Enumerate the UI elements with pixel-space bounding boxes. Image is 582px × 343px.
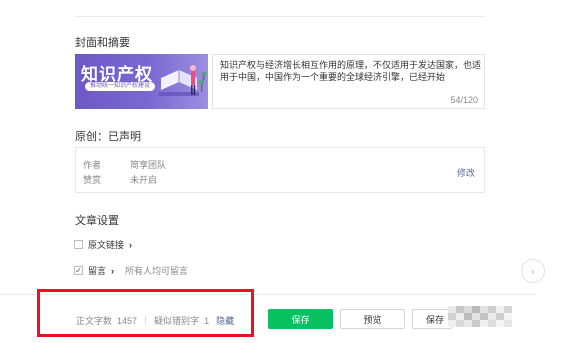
author-info-box: 作者 简享团队 赞赏 未开启 修改 [75, 147, 485, 193]
save-and-publish-button[interactable]: 保存 [412, 309, 452, 329]
cover-section-title: 封面和摘要 [75, 37, 130, 49]
pixelated-region [448, 306, 512, 328]
book-illustration-icon [159, 65, 207, 96]
chevron-right-icon: › [129, 239, 133, 250]
comment-note: 所有人均可留言 [125, 266, 189, 276]
top-divider [75, 16, 485, 17]
original-link-label[interactable]: 原文链接 [88, 238, 124, 251]
reward-label: 赞赏 [83, 175, 102, 185]
cover-image-subtitle: 推动统一知识产权建设 [85, 82, 156, 91]
edit-link[interactable]: 修改 [457, 166, 475, 179]
author-label: 作者 [83, 160, 102, 170]
preview-button[interactable]: 预览 [340, 309, 405, 329]
chevron-left-icon: ‹ [531, 266, 535, 276]
original-link-row[interactable]: 原文链接 › [74, 238, 132, 251]
save-button[interactable]: 保存 [268, 309, 333, 329]
comment-checkbox[interactable]: ✓ [74, 266, 83, 275]
original-link-checkbox[interactable] [74, 240, 83, 249]
reward-value: 未开启 [130, 175, 158, 185]
original-section-title: 原创：已声明 [75, 131, 141, 143]
comment-row[interactable]: ✓ 留言 › 所有人均可留言 [74, 264, 188, 277]
side-float-button[interactable]: ‹ [521, 259, 545, 283]
author-value: 简享团队 [130, 160, 167, 170]
summary-text[interactable]: 知识产权与经济增长相互作用的原理，不仅适用于发达国家，也适用于中国，中国作为一个… [220, 59, 482, 83]
highlight-box [37, 289, 254, 337]
chevron-right-icon: › [111, 265, 115, 276]
comment-label[interactable]: 留言 [88, 264, 106, 277]
summary-char-count: 54/120 [450, 95, 478, 105]
summary-textarea[interactable]: 知识产权与经济增长相互作用的原理，不仅适用于发达国家，也适用于中国，中国作为一个… [212, 54, 485, 109]
cover-image[interactable]: 知识产权 推动统一知识产权建设 [75, 54, 208, 109]
settings-section-title: 文章设置 [75, 215, 119, 227]
